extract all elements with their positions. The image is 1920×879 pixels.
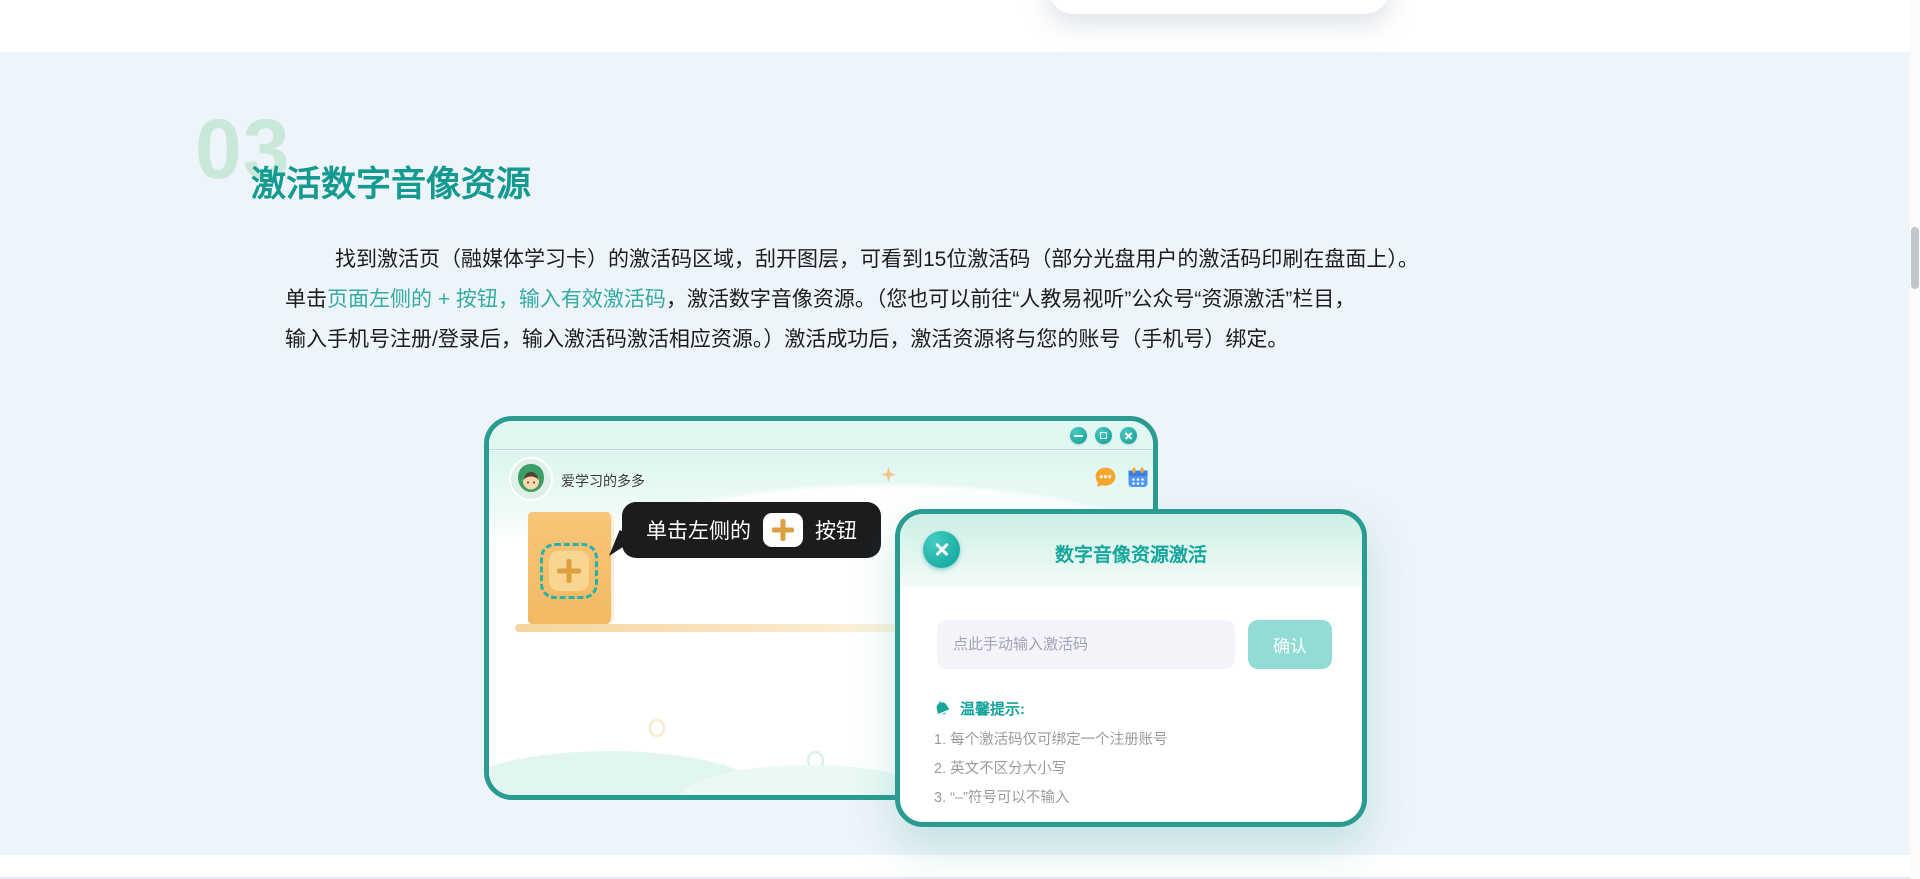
intro-line-3: 输入手机号注册/登录后，输入激活码激活相应资源。）激活成功后，激活资源将与您的账… <box>285 320 1625 360</box>
username-label: 爱学习的多多 <box>561 471 645 491</box>
tip-item: 3. “–”符号可以不输入 <box>934 786 1069 807</box>
plus-icon <box>567 559 572 583</box>
plus-button-icon <box>763 513 803 547</box>
dialog-title: 数字音像资源激活 <box>900 540 1362 567</box>
chat-icon[interactable] <box>1093 465 1118 495</box>
tooltip-suffix: 按钮 <box>815 515 857 545</box>
avatar-illustration <box>511 459 551 499</box>
resource-book <box>528 512 614 624</box>
tip-item: 1. 每个激活码仅可绑定一个注册账号 <box>934 728 1168 749</box>
decor-ring-orange <box>649 719 665 737</box>
scrollbar[interactable] <box>1910 0 1920 879</box>
intro-line-1: 找到激活页（融媒体学习卡）的激活码区域，刮开图层，可看到15位激活码（部分光盘用… <box>285 240 1625 280</box>
minimize-glyph <box>1074 435 1083 437</box>
bookshelf <box>515 624 907 632</box>
plus-icon <box>781 519 786 541</box>
close-icon[interactable] <box>1120 427 1137 444</box>
calendar-glyph <box>1126 465 1150 490</box>
scrollbar-thumb[interactable] <box>1911 227 1919 289</box>
maximize-icon[interactable] <box>1095 427 1112 444</box>
intro-paragraph: 找到激活页（融媒体学习卡）的激活码区域，刮开图层，可看到15位激活码（部分光盘用… <box>285 240 1625 360</box>
minimize-icon[interactable] <box>1070 427 1087 444</box>
activation-section: 03 激活数字音像资源 找到激活页（融媒体学习卡）的激活码区域，刮开图层，可看到… <box>0 52 1920 855</box>
page: 03 激活数字音像资源 找到激活页（融媒体学习卡）的激活码区域，刮开图层，可看到… <box>0 0 1920 879</box>
confirm-button[interactable]: 确认 <box>1248 620 1332 669</box>
above-fold-card-shadow <box>1048 0 1390 14</box>
intro-line-2: 单击页面左侧的 + 按钮，输入有效激活码，激活数字音像资源。（您也可以前往“人教… <box>285 280 1625 320</box>
add-resource-button[interactable] <box>549 551 589 591</box>
app-titlebar <box>489 421 1153 450</box>
tips-header: 温馨提示: <box>933 698 1025 719</box>
chat-glyph <box>1093 465 1118 490</box>
tip-item: 2. 英文不区分大小写 <box>934 757 1066 778</box>
intro-line-2-suffix: ，激活数字音像资源。（您也可以前往“人教易视听”公众号“资源激活”栏目， <box>666 288 1355 311</box>
tooltip-prefix: 单击左侧的 <box>646 515 751 545</box>
avatar[interactable] <box>511 459 551 499</box>
activation-code-input[interactable] <box>937 620 1235 669</box>
intro-line-2-highlight: 页面左侧的 + 按钮，输入有效激活码 <box>327 288 666 311</box>
intro-line-2-prefix: 单击 <box>285 288 327 311</box>
activation-dialog: 数字音像资源激活 确认 温馨提示: 1. 每个激活码仅可绑定一个注册账号 2. … <box>895 509 1367 827</box>
tooltip-click-plus: 单击左侧的 按钮 <box>622 502 881 558</box>
section-title: 激活数字音像资源 <box>251 164 531 206</box>
tips-title: 温馨提示: <box>960 698 1025 719</box>
bell-icon <box>933 700 952 718</box>
maximize-glyph <box>1100 432 1107 439</box>
add-resource-highlight <box>540 543 598 599</box>
calendar-icon[interactable] <box>1126 465 1150 495</box>
